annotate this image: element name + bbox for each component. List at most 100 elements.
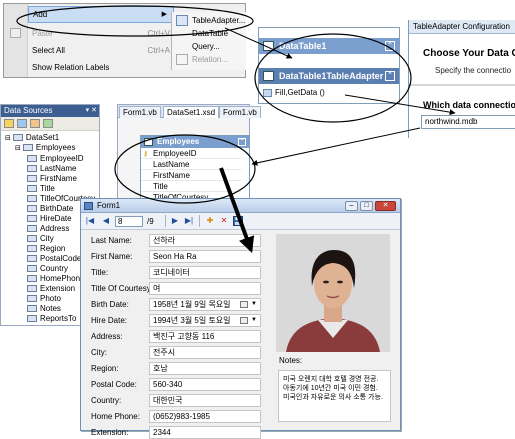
separator [199,215,200,227]
employees-header[interactable]: Employees ⌃ [141,136,249,148]
save-icon[interactable] [233,216,243,226]
position-input[interactable]: 8 [115,216,143,227]
move-previous-icon[interactable]: ◀ [101,216,111,226]
table-column-row[interactable]: Title [141,182,241,192]
connection-select[interactable]: northwind.mdb [421,115,515,129]
tree-item-dataset[interactable]: ⊟ DataSet1 [5,133,59,143]
menu-item-add[interactable]: Add ▶ [28,6,174,23]
column-label: Title [153,182,168,191]
tab-form1-vb[interactable]: Form1.vb [119,106,161,118]
text-field[interactable]: 코디네이터 [149,266,261,279]
date-picker[interactable]: 1958년 1월 9일 목요일 ▼ [149,298,261,311]
submenu-item-relation[interactable]: Relation... [192,53,228,66]
table-column-row[interactable]: FirstName [141,171,241,181]
tree-item-field[interactable]: PostalCode [27,254,81,264]
field-icon [27,315,37,322]
chevron-down-icon[interactable]: ▼ [249,316,259,325]
submenu-item-query[interactable]: Query... [192,40,220,53]
collapse-icon[interactable]: ⌃ [238,138,246,146]
field-icon [27,275,37,282]
tableadapter-header[interactable]: DataTable1TableAdapter ⌃ [259,68,399,84]
field-icon [27,185,37,192]
move-next-icon[interactable]: ▶ [170,216,180,226]
text-field[interactable]: 대한민국 [149,394,261,407]
text-field[interactable]: 전주시 [149,346,261,359]
expand-icon[interactable]: ⊟ [5,135,11,142]
tree-item-employees[interactable]: ⊟ Employees [15,143,75,153]
refresh-icon[interactable] [43,119,53,128]
datatable-header[interactable]: DataTable1 ⌃ [259,38,399,54]
tab-form1-vb-2[interactable]: Form1.vb [219,106,261,118]
text-field[interactable]: 백진구 고향동 116 [149,330,261,343]
tree-item-field[interactable]: Photo [27,294,61,304]
menu-item-label: Paste [32,29,53,38]
field-label: Title [40,184,55,193]
tab-dataset1-xsd[interactable]: DataSet1.xsd [163,106,220,118]
tree-item-field[interactable]: Title [27,184,55,194]
submenu-item-tableadapter[interactable]: TableAdapter... [192,14,245,27]
field-label: Hire Date: [91,316,128,325]
tree-item-field[interactable]: Address [27,224,69,234]
text-field[interactable]: Seon Ha Ra [149,250,261,263]
expand-icon[interactable]: ⊟ [15,145,21,152]
edit-dataset-icon[interactable] [17,119,27,128]
tree-item-field[interactable]: HomePhone [27,274,84,284]
form-title: Form1 [97,201,121,210]
text-field[interactable]: 2344 [149,426,261,439]
field-icon [27,245,37,252]
menu-item-select-all[interactable]: Select All Ctrl+A [28,42,174,59]
add-new-icon[interactable]: ✚ [205,216,215,226]
data-sources-title: Data Sources [4,106,53,115]
tree-item-field[interactable]: ReportsTo [27,314,76,324]
tree-item-field[interactable]: Region [27,244,65,254]
collapse-icon[interactable]: ⌃ [385,41,395,51]
field-label: Region: [91,364,119,373]
form1-title-bar: Form1 – □ ✕ [81,199,400,213]
menu-item-show-relation-labels[interactable]: Show Relation Labels [28,59,174,76]
text-field[interactable]: 여 [149,282,261,295]
text-field[interactable]: (0652)983-1985 [149,410,261,423]
adapter-method[interactable]: Fill,GetData () [263,88,325,97]
field-value: 1958년 1월 9일 목요일 [153,300,231,309]
close-button[interactable]: ✕ [375,201,396,211]
text-field[interactable]: 선하라 [149,234,261,247]
minimize-button[interactable]: – [345,201,358,211]
tree-item-field[interactable]: FirstName [27,174,77,184]
tableadapter-icon [176,15,188,26]
date-picker[interactable]: 1994년 3월 5일 토요일 ▼ [149,314,261,327]
window-controls[interactable]: ▾ ✕ [86,105,97,117]
table-icon [22,144,33,151]
tree-item-field[interactable]: City [27,234,54,244]
submenu-item-datatable[interactable]: DataTable [192,27,228,40]
chevron-down-icon[interactable]: ▼ [249,300,259,309]
employees-table[interactable]: Employees ⌃ ⚷ EmployeeID LastName FirstName… [140,135,250,203]
tree-item-field[interactable]: BirthDate [27,204,73,214]
delete-icon[interactable]: ✕ [219,216,229,226]
field-label: Address: [91,332,123,341]
tree-item-field[interactable]: Notes [27,304,61,314]
menu-item-paste[interactable]: Paste Ctrl+V [28,25,174,42]
tree-item-field[interactable]: Country [27,264,68,274]
table-icon [263,41,274,51]
notes-field[interactable]: 미국 오렌지 대학 호텔 경영 전공. 아동기에 10년간 미국 이민 경험. … [278,370,391,422]
text-field[interactable]: 호남 [149,362,261,375]
collapse-icon[interactable]: ⌃ [385,71,395,81]
table-column-row[interactable]: ⚷ EmployeeID [141,149,241,159]
configure-icon[interactable] [30,119,40,128]
add-data-source-icon[interactable] [4,119,14,128]
table-column-row[interactable]: LastName [141,160,241,170]
add-submenu: TableAdapter... DataTable Query... Relat… [171,12,246,70]
text-field[interactable]: 560-340 [149,378,261,391]
field-value: 코디네이터 [153,268,190,277]
move-first-icon[interactable]: |◀ [85,216,95,226]
tree-item-field[interactable]: Extension [27,284,75,294]
table-label: Employees [35,143,76,152]
method-label: Fill,GetData () [275,88,325,97]
tree-item-field[interactable]: HireDate [27,214,72,224]
maximize-button[interactable]: □ [360,201,373,211]
tree-item-field[interactable]: EmployeeID [27,154,84,164]
move-last-icon[interactable]: ▶| [184,216,194,226]
tree-item-field[interactable]: LastName [27,164,76,174]
field-label: EmployeeID [40,154,84,163]
employees-table-name: Employees [157,137,200,146]
